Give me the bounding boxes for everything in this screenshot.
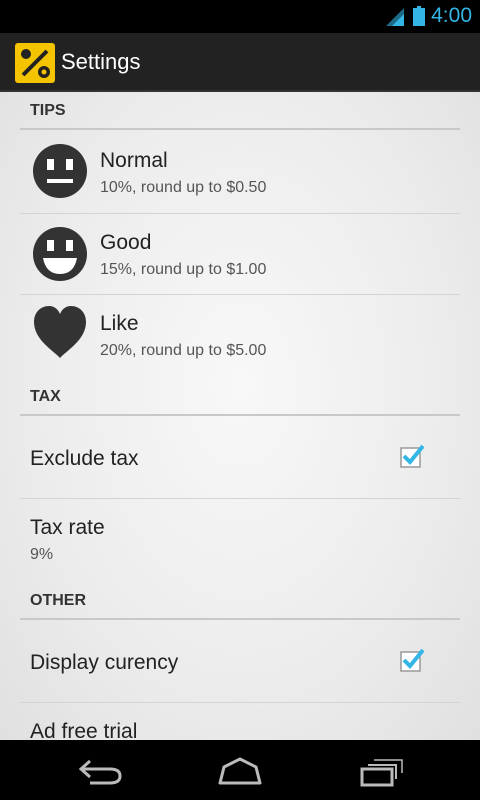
- ad-free-trial-item[interactable]: Ad free trial: [20, 703, 460, 740]
- section-header-tips: TIPS: [20, 92, 460, 130]
- status-clock: 4:00: [431, 4, 472, 27]
- section-header-label: TIPS: [30, 102, 66, 119]
- tax-rate-title: Tax rate: [30, 516, 105, 539]
- page-title: Settings: [61, 49, 141, 74]
- tip-item-like[interactable]: Like 20%, round up to $5.00: [20, 294, 460, 375]
- display-currency-title: Display curency: [30, 651, 179, 674]
- display-currency-item[interactable]: Display curency: [20, 620, 460, 703]
- smiling-face-icon: [33, 227, 87, 281]
- tip-item-summary: 15%, round up to $1.00: [100, 261, 267, 278]
- heart-icon: [34, 306, 86, 358]
- tip-item-summary: 10%, round up to $0.50: [100, 179, 267, 196]
- status-bar: 4:00: [0, 0, 480, 33]
- tax-rate-value: 9%: [30, 546, 54, 563]
- tip-item-summary: 20%, round up to $5.00: [100, 342, 267, 359]
- exclude-tax-title: Exclude tax: [30, 447, 139, 470]
- tip-item-title: Good: [100, 231, 152, 254]
- battery-icon: [413, 6, 425, 26]
- tip-item-good[interactable]: Good 15%, round up to $1.00: [20, 213, 460, 295]
- tax-rate-item[interactable]: Tax rate 9%: [20, 499, 460, 581]
- section-header-other: OTHER: [20, 582, 460, 620]
- signal-icon: [386, 8, 404, 26]
- exclude-tax-checkbox[interactable]: [400, 444, 424, 468]
- neutral-face-icon: [33, 144, 87, 198]
- exclude-tax-item[interactable]: Exclude tax: [20, 416, 460, 499]
- app-icon[interactable]: [15, 43, 55, 83]
- tip-item-title: Like: [100, 312, 139, 335]
- section-header-label: TAX: [30, 388, 61, 405]
- home-icon[interactable]: [216, 755, 264, 787]
- settings-list[interactable]: TIPS Normal 10%, round up to $0.50 Good …: [0, 92, 480, 740]
- section-header-tax: TAX: [20, 378, 460, 416]
- back-icon[interactable]: [76, 755, 124, 787]
- navigation-bar: [0, 740, 480, 800]
- recent-apps-icon[interactable]: [356, 755, 404, 787]
- display-currency-checkbox[interactable]: [400, 648, 424, 672]
- section-header-label: OTHER: [30, 592, 86, 609]
- ad-free-trial-title: Ad free trial: [30, 720, 138, 740]
- action-bar: Settings: [0, 33, 480, 92]
- tip-item-normal[interactable]: Normal 10%, round up to $0.50: [20, 130, 460, 214]
- tip-item-title: Normal: [100, 149, 168, 172]
